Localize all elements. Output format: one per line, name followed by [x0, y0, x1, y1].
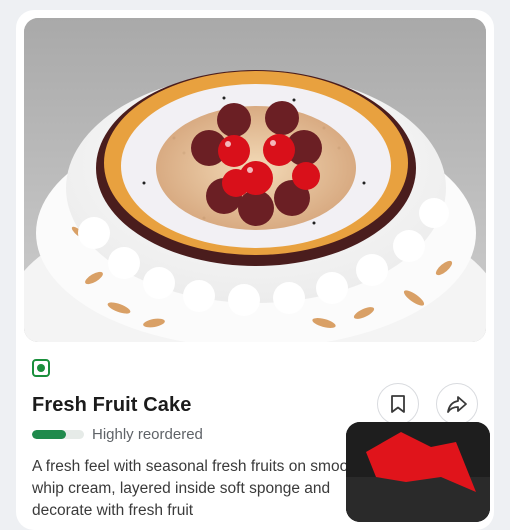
- product-title: Fresh Fruit Cake: [32, 394, 192, 416]
- veg-icon: [32, 359, 50, 377]
- share-button[interactable]: [436, 383, 478, 425]
- bookmark-button[interactable]: [377, 383, 419, 425]
- reorder-level-fill: [32, 430, 66, 439]
- bookmark-icon: [391, 395, 405, 413]
- share-icon: [447, 396, 467, 413]
- product-description: A fresh feel with seasonal fresh fruits …: [32, 458, 362, 519]
- reorder-label: Highly reordered: [92, 426, 203, 443]
- product-image[interactable]: [24, 18, 486, 342]
- video-preview[interactable]: [346, 422, 490, 522]
- reorder-level-bar: [32, 430, 84, 439]
